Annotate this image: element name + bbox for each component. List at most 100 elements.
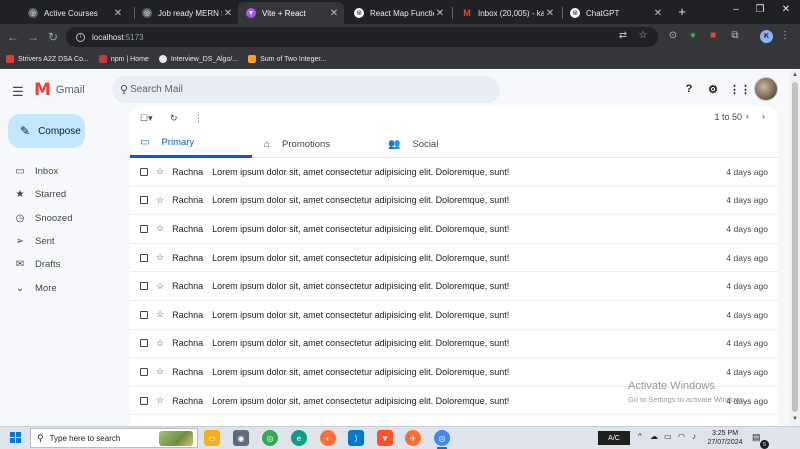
sidebar-item-drafts[interactable]: ✉ Drafts [0,253,125,276]
apps-grid-icon[interactable]: ⋮⋮ [729,83,751,96]
forward-arrow-icon[interactable]: → [26,30,40,44]
browser-tab[interactable]: ⊛ ChatGPT ✕ [562,2,668,24]
row-checkbox[interactable] [140,224,148,233]
volume-icon[interactable]: ♪ [692,432,696,441]
email-row[interactable]: ☆ Rachna Lorem ipsum dolor sit, amet con… [130,244,778,273]
notification-icon[interactable]: ▤ [752,432,761,443]
scroll-down-icon[interactable]: ▼ [792,416,798,422]
close-tab-icon[interactable]: ✕ [434,8,446,19]
browser-tab[interactable]: M Inbox (20,005) - kalk ✕ [454,2,560,24]
star-icon[interactable]: ☆ [156,195,164,206]
account-avatar[interactable] [754,77,778,101]
taskbar-search-box[interactable]: ⚲ Type here to search [30,428,198,448]
sidebar-item-inbox[interactable]: ▭ Inbox [0,160,125,183]
info-icon[interactable]: i [76,32,85,42]
row-checkbox[interactable] [140,167,148,176]
star-icon[interactable]: ☆ [156,252,164,263]
browser-tab[interactable]: ⊛ React Map Function | ✕ [346,2,450,24]
more-options-icon[interactable]: ⋮ [194,113,203,124]
bookmark-item[interactable]: Interview_DS_Algo/... [158,55,238,63]
bookmark-item[interactable]: Sum of Two Integer... [248,55,326,63]
scroll-up-icon[interactable]: ▲ [792,72,798,78]
address-bar[interactable]: i localhost:5173 [66,27,658,47]
search-icon[interactable]: ⚲ [120,83,128,96]
settings-gear-icon[interactable]: ⚙ [706,83,720,96]
wifi-icon[interactable]: ◠ [678,432,685,441]
help-icon[interactable]: ? [682,83,696,95]
star-icon[interactable]: ☆ [156,366,164,377]
vscode-icon[interactable]: ⟩ [348,430,364,446]
file-explorer-icon[interactable]: ▭ [204,430,220,446]
email-row[interactable]: ☆ Rachna Lorem ipsum dolor sit, amet con… [130,301,778,330]
star-icon[interactable]: ☆ [156,223,164,234]
back-arrow-icon[interactable]: ← [6,30,20,44]
postman-icon[interactable]: ✈ [405,430,421,446]
row-checkbox[interactable] [140,253,148,262]
star-icon[interactable]: ☆ [156,309,164,320]
row-checkbox[interactable] [140,196,148,205]
extension-icon[interactable]: ⊙ [666,30,680,41]
browser-tab-active[interactable]: ▼ Vite + React ✕ [238,2,344,24]
email-row[interactable]: ☆ Rachna Lorem ipsum dolor sit, amet con… [130,358,778,387]
star-icon[interactable]: ☆ [156,166,164,177]
battery-icon[interactable]: ▭ [664,432,672,441]
edge-icon[interactable]: e [291,430,307,446]
compose-button[interactable]: ✎ Compose [8,114,85,148]
maximize-button[interactable]: ❐ [750,4,770,15]
browser-tab[interactable]: ◎ Active Courses ✕ [20,2,128,24]
row-checkbox[interactable] [140,310,148,319]
page-scrollbar[interactable]: ▲ ▼ [790,70,800,426]
reload-icon[interactable]: ↻ [46,30,60,44]
email-row[interactable]: ☆ Rachna Lorem ipsum dolor sit, amet con… [130,272,778,301]
tab-promotions[interactable]: ⌂ Promotions [254,130,374,158]
gmail-logo[interactable]: M Gmail [34,80,85,100]
email-row[interactable]: ☆ Rachna Lorem ipsum dolor sit, amet con… [130,215,778,244]
row-checkbox[interactable] [140,339,148,348]
star-icon[interactable]: ☆ [156,395,164,406]
taskbar-clock[interactable]: 3:25 PM 27/07/2024 [706,429,744,447]
refresh-icon[interactable]: ↻ [170,113,178,124]
cloud-icon[interactable]: ☁ [650,432,658,441]
sidebar-item-snoozed[interactable]: ◷ Snoozed [0,207,125,230]
browser-tab[interactable]: ◎ Job ready MERN full- ✕ [134,2,238,24]
profile-avatar[interactable]: K [760,30,773,43]
chrome-icon[interactable]: ◎ [434,430,450,449]
close-window-button[interactable]: ✕ [776,4,796,15]
search-input[interactable]: Search Mail [130,84,183,95]
extension-icon[interactable]: ● [686,30,700,41]
scrollbar-thumb[interactable] [792,82,798,412]
chrome-icon[interactable]: ◎ [262,430,278,446]
email-row[interactable]: ☆ Rachna Lorem ipsum dolor sit, amet con… [130,187,778,216]
keyboard-indicator[interactable]: A/C [598,431,630,445]
menu-icon[interactable]: ☰ [12,84,24,100]
close-tab-icon[interactable]: ✕ [222,8,234,19]
sidebar-item-sent[interactable]: ➢ Sent [0,230,125,253]
close-tab-icon[interactable]: ✕ [544,8,556,19]
tab-primary[interactable]: ▭ Primary [130,130,252,158]
sidebar-item-starred[interactable]: ★ Starred [0,183,125,206]
close-tab-icon[interactable]: ✕ [112,8,124,19]
search-bar[interactable]: ⚲ Search Mail [112,76,500,103]
select-all-checkbox[interactable]: ☐▾ [140,113,153,124]
taskbar-search-input[interactable]: Type here to search [50,434,121,443]
firefox-icon[interactable]: ◐ [320,430,336,446]
close-tab-icon[interactable]: ✕ [328,8,340,19]
email-row[interactable]: ☆ Rachna Lorem ipsum dolor sit, amet con… [130,387,778,416]
extensions-puzzle-icon[interactable]: ⧉ [728,30,742,41]
show-hidden-icons-icon[interactable]: ^ [638,432,642,441]
brave-icon[interactable]: ▼ [377,430,393,446]
minimize-button[interactable]: – [726,4,746,15]
bookmark-item[interactable]: Strivers A2Z DSA Co... [6,55,89,63]
close-tab-icon[interactable]: ✕ [652,8,664,19]
email-row[interactable]: ☆ Rachna Lorem ipsum dolor sit, amet con… [130,330,778,359]
email-row[interactable]: ☆ Rachna Lorem ipsum dolor sit, amet con… [130,158,778,187]
extension-icon[interactable]: ■ [706,30,720,41]
bookmark-item[interactable]: npm | Home [98,55,149,63]
chrome-menu-icon[interactable]: ⋮ [778,30,792,41]
prev-page-icon[interactable]: ‹ [746,111,749,121]
windows-start-icon[interactable] [10,432,21,443]
bookmark-star-icon[interactable]: ☆ [636,30,650,41]
camera-icon[interactable]: ◉ [233,430,249,446]
star-icon[interactable]: ☆ [156,338,164,349]
row-checkbox[interactable] [140,282,148,291]
